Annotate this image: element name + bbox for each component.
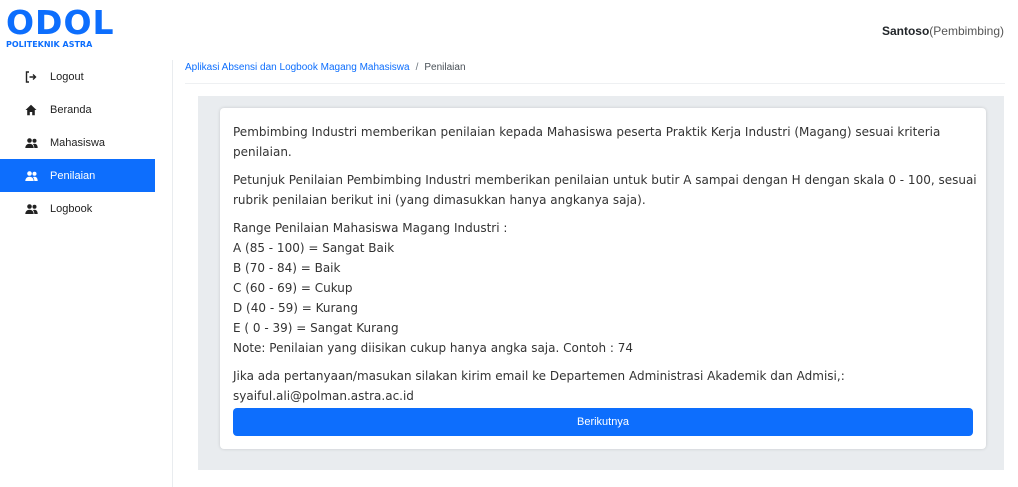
sidebar-item-logout[interactable]: Logout (0, 60, 155, 93)
note-text: Note: Penilaian yang diisikan cukup hany… (233, 341, 634, 355)
sidebar-item-penilaian[interactable]: Penilaian (0, 159, 155, 192)
range-item: A (85 - 100) = Sangat Baik (233, 241, 395, 255)
contact-block: Jika ada pertanyaan/masukan silakan kiri… (233, 366, 978, 406)
user-role: (Pembimbing) (929, 24, 1004, 38)
intro-text: Pembimbing Industri memberikan penilaian… (233, 125, 941, 159)
sidebar-item-logbook[interactable]: Logbook (0, 192, 155, 225)
users-icon (24, 136, 38, 150)
user-name: Santoso (881, 24, 930, 38)
next-button[interactable]: Berikutnya (233, 408, 973, 436)
breadcrumb: Aplikasi Absensi dan Logbook Magang Maha… (185, 62, 466, 73)
logo-text: ODOL (6, 3, 115, 42)
range-title: Range Penilaian Mahasiswa Magang Industr… (233, 221, 508, 235)
sidebar: Logout Beranda Mahasiswa Penilaian Logbo… (0, 60, 155, 225)
sidebar-item-beranda[interactable]: Beranda (0, 93, 155, 126)
contact-text: Jika ada pertanyaan/masukan silakan kiri… (233, 369, 845, 383)
range-item: C (60 - 69) = Cukup (233, 281, 353, 295)
sidebar-item-label: Logout (50, 70, 84, 83)
users-icon (24, 202, 38, 216)
sidebar-item-label: Penilaian (50, 169, 96, 182)
header-divider (185, 83, 1005, 84)
contact-email: syaiful.ali@polman.astra.ac.id (233, 389, 414, 403)
sidebar-item-label: Logbook (50, 202, 93, 215)
breadcrumb-separator: / (415, 62, 419, 73)
info-content: Pembimbing Industri memberikan penilaian… (233, 122, 978, 414)
sidebar-item-label: Mahasiswa (50, 136, 106, 149)
home-icon (24, 103, 38, 117)
range-list: Range Penilaian Mahasiswa Magang Industr… (233, 218, 978, 358)
range-item: D (40 - 59) = Kurang (233, 301, 358, 315)
instructions-text: Petunjuk Penilaian Pembimbing Industri m… (233, 173, 977, 207)
range-item: E ( 0 - 39) = Sangat Kurang (233, 321, 399, 335)
breadcrumb-link[interactable]: Aplikasi Absensi dan Logbook Magang Maha… (185, 62, 410, 73)
brand-logo[interactable]: ODOL POLITEKNIK ASTRA (6, 6, 115, 50)
sidebar-item-label: Beranda (50, 103, 92, 116)
users-icon (24, 169, 38, 183)
logout-icon (24, 70, 38, 84)
range-item: B (70 - 84) = Baik (233, 261, 341, 275)
sidebar-divider (172, 60, 173, 487)
breadcrumb-current: Penilaian (424, 62, 466, 73)
user-info[interactable]: Santoso(Pembimbing) (882, 24, 1004, 38)
sidebar-item-mahasiswa[interactable]: Mahasiswa (0, 126, 155, 159)
